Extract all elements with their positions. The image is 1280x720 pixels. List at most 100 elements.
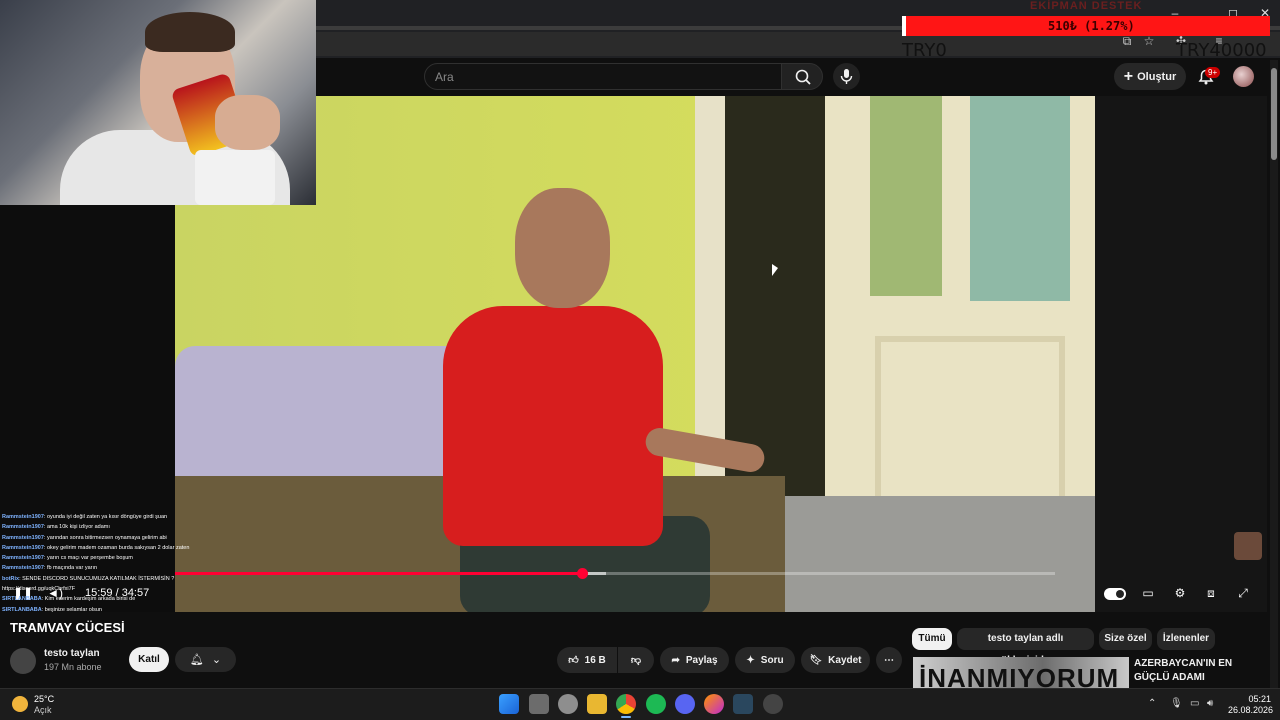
- chat-username: Rammstein1907: [2, 565, 44, 572]
- create-button[interactable]: + Oluştur: [1114, 63, 1186, 90]
- weather-icon[interactable]: [12, 696, 28, 712]
- scene-door-glass: [970, 96, 1070, 301]
- more-icon: ⋯: [884, 654, 894, 666]
- chip-watched[interactable]: İzlenenler: [1157, 628, 1215, 650]
- chat-username: Rammstein1907: [2, 544, 44, 551]
- account-avatar[interactable]: [1233, 66, 1254, 87]
- progress-played: [175, 572, 582, 575]
- gear-icon: ⚙: [1174, 586, 1186, 600]
- autoplay-toggle[interactable]: [1104, 588, 1126, 600]
- clock-date[interactable]: 26.08.2026: [1228, 705, 1273, 715]
- end-screen-thumbnail[interactable]: [1234, 532, 1262, 560]
- chat-username: Rammstein1907: [2, 555, 44, 562]
- search-box: [424, 63, 782, 90]
- donation-goal-title: EKİPMAN DESTEK: [1030, 0, 1143, 12]
- file-explorer-icon[interactable]: [587, 694, 607, 714]
- subtitles-button[interactable]: ▭: [1137, 586, 1159, 602]
- miniplayer-button[interactable]: ⧈: [1200, 586, 1222, 602]
- app-icon[interactable]: [763, 694, 783, 714]
- recommendation-title[interactable]: AZERBAYCAN'IN EN GÜÇLÜ ADAMI: [1134, 657, 1264, 685]
- chat-text: : SENDE DISCORD SUNUCUMUZA KATILMAK İSTE…: [19, 575, 175, 582]
- webcam-person-hair: [145, 12, 235, 52]
- chat-text: : ama 10k kişi izliyor adamı: [43, 524, 110, 531]
- thumbnail-text: İNANMIYORUM: [919, 663, 1120, 688]
- chat-text: : fb maçında var yarın: [43, 565, 98, 572]
- chat-message: Rammstein1907: okey gelirim madem ozaman…: [2, 543, 202, 553]
- steam-icon[interactable]: [733, 694, 753, 714]
- chevron-down-icon: ⌄: [211, 654, 222, 666]
- miniplayer-icon: ⧈: [1207, 586, 1215, 600]
- chat-username: Rammstein1907: [2, 514, 44, 520]
- chat-message: Rammstein1907: yarın cs maçı var perşemb…: [2, 553, 202, 563]
- chat-username: Rammstein1907: [2, 534, 44, 541]
- chat-text: : beşinize selamlar olsun: [41, 606, 102, 613]
- subscription-notifications-button[interactable]: 🔔︎ ⌄: [175, 647, 236, 672]
- active-app-indicator: [621, 716, 631, 718]
- chat-text: : yarından sonra bitirmezsen oynamaya ge…: [43, 534, 167, 541]
- share-button[interactable]: ➦ Paylaş: [660, 647, 729, 673]
- chat-message: Rammstein1907: ama 10k kişi izliyor adam…: [2, 522, 202, 532]
- bell-icon: 🔔︎: [189, 654, 204, 666]
- chevron-up-icon[interactable]: ⌃: [1148, 698, 1156, 709]
- video-title: TRAMVAY CÜCESİ: [10, 620, 125, 635]
- spotify-icon[interactable]: [646, 694, 666, 714]
- chat-message: botRix: SENDE DISCORD SUNUCUMUZA KATILMA…: [2, 574, 202, 584]
- task-view-icon[interactable]: [529, 694, 549, 714]
- share-icon: ➦: [671, 654, 680, 666]
- chat-text: https://discord.gg/uqkCbrfxi7F: [2, 586, 76, 593]
- chat-message: Rammstein1907: yarından sonra bitirmezse…: [2, 533, 202, 543]
- like-button[interactable]: 👍︎ 16 B: [557, 647, 617, 673]
- subtitles-icon: ▭: [1142, 586, 1154, 600]
- channel-name[interactable]: testo taylan: [44, 648, 100, 659]
- search-icon: [795, 69, 811, 85]
- chat-message: SIRTLANBABA: beşinize selamlar olsun: [2, 605, 202, 615]
- chip-from-uploader[interactable]: testo taylan adlı yükleyiciden: [957, 628, 1094, 666]
- settings-app-icon[interactable]: [558, 694, 578, 714]
- more-actions-button[interactable]: ⋯: [876, 647, 902, 673]
- bookmark-icon: 🔖︎: [809, 654, 823, 666]
- sparkle-icon: ✦: [746, 654, 755, 666]
- display-icon[interactable]: ▭: [1190, 698, 1199, 709]
- chrome-icon[interactable]: [616, 694, 636, 714]
- webcam-mug: [195, 150, 275, 205]
- chip-all[interactable]: Tümü: [912, 628, 952, 650]
- taskbar: [0, 688, 1280, 720]
- save-button[interactable]: 🔖︎ Kaydet: [801, 647, 870, 673]
- scene-person-head: [515, 188, 610, 308]
- mouse-cursor: [772, 264, 778, 276]
- scrollbar-thumb[interactable]: [1271, 68, 1277, 160]
- speaker-icon[interactable]: 🔊︎: [1207, 698, 1213, 709]
- chat-username: SIRTLANBABA: [2, 596, 42, 603]
- chat-message: Rammstein1907: oyunda iyi değil zaten ya…: [2, 512, 202, 522]
- discord-icon[interactable]: [675, 694, 695, 714]
- bookmark-star-icon[interactable]: ☆: [1140, 34, 1158, 50]
- microphone-icon[interactable]: 🎙︎: [1170, 698, 1183, 709]
- chat-text: : yarın cs maçı var perşembe boşum: [43, 555, 133, 562]
- clock-time[interactable]: 05:21: [1247, 694, 1271, 704]
- recommendation-thumbnail[interactable]: İNANMIYORUM: [913, 657, 1129, 688]
- start-icon[interactable]: [499, 694, 519, 714]
- dislike-button[interactable]: 👎︎: [618, 647, 654, 673]
- firefox-icon[interactable]: [704, 694, 724, 714]
- chat-username: Rammstein1907: [2, 524, 44, 531]
- channel-avatar[interactable]: [10, 648, 36, 674]
- search-button[interactable]: [781, 63, 823, 90]
- fullscreen-button[interactable]: ⤢: [1232, 586, 1254, 602]
- join-button[interactable]: Katıl: [129, 647, 169, 672]
- microphone-icon: [840, 69, 853, 84]
- settings-button[interactable]: ⚙: [1169, 586, 1191, 602]
- like-count: 16 B: [584, 654, 606, 666]
- chat-overlay: Rammstein1907: oyunda iyi değil zaten ya…: [2, 512, 202, 615]
- progress-scrubber[interactable]: [577, 568, 588, 579]
- ask-button[interactable]: ✦ Soru: [735, 647, 795, 673]
- create-label: Oluştur: [1137, 70, 1177, 83]
- install-app-icon[interactable]: ⧉: [1118, 34, 1136, 50]
- share-label: Paylaş: [685, 654, 718, 666]
- fullscreen-icon: ⤢: [1238, 586, 1248, 600]
- search-input[interactable]: [435, 68, 765, 86]
- chip-for-you[interactable]: Size özel: [1099, 628, 1152, 650]
- notifications-badge: 9+: [1205, 67, 1221, 78]
- voice-search-button[interactable]: [833, 63, 860, 90]
- scene-person-shirt: [443, 306, 663, 546]
- chat-username: botRix: [2, 575, 20, 582]
